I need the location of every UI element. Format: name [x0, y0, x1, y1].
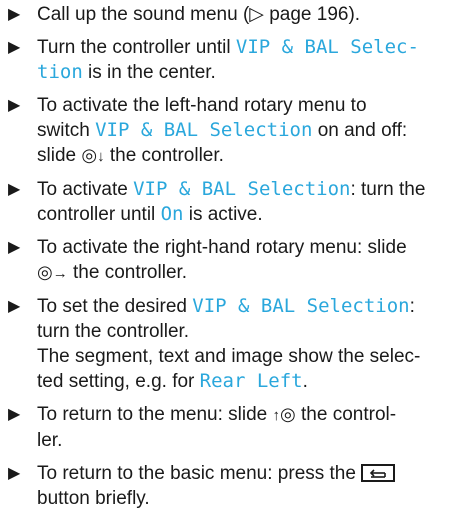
triangle-bullet-icon: ▶: [8, 6, 21, 23]
triangle-bullet-icon: ▶: [8, 298, 21, 315]
menu-item-highlight: On: [160, 203, 184, 225]
menu-item-highlight: VIP & BAL Selec-: [235, 36, 419, 58]
menu-item-highlight: tion: [37, 61, 83, 83]
triangle-bullet-icon: ▶: [8, 406, 21, 423]
triangle-bullet-icon: ▶: [8, 239, 21, 256]
triangle-bullet-icon: ▶: [8, 97, 21, 114]
menu-item-highlight: VIP & BAL Selection: [192, 295, 410, 317]
instruction-step: ▶ To return to the menu: slide ↑◎ the co…: [8, 404, 397, 451]
instruction-page: ▶ Call up the sound menu (▷ page 196). ▶…: [0, 0, 462, 509]
instruction-step: ▶ Call up the sound menu (▷ page 196).: [8, 4, 361, 25]
controller-knob-icon: ◎: [37, 262, 53, 282]
menu-item-highlight: VIP & BAL Selection: [95, 119, 313, 141]
arrow-right-icon: →: [52, 265, 68, 282]
instruction-step: ▶ To return to the basic menu: press the…: [4, 461, 454, 511]
instruction-step: ▶ To activate the right-hand rotary menu…: [4, 235, 454, 286]
instruction-step: ▶ Turn the controller until VIP & BAL Se…: [8, 36, 419, 83]
page-reference-icon: ▷: [249, 4, 264, 25]
arrow-down-icon: ↓: [97, 148, 105, 165]
triangle-bullet-icon: ▶: [8, 181, 21, 198]
instruction-step: ▶ To activate VIP & BAL Selection: turn …: [8, 178, 426, 225]
back-button-icon: [361, 464, 396, 482]
menu-item-highlight: VIP & BAL Selection: [133, 178, 351, 200]
controller-knob-icon: ◎: [280, 404, 296, 424]
triangle-bullet-icon: ▶: [8, 39, 21, 56]
instruction-step: ▶ To set the desired VIP & BAL Selection…: [8, 295, 421, 392]
controller-knob-icon: ◎: [81, 145, 98, 165]
triangle-bullet-icon: ▶: [8, 465, 21, 482]
instruction-step: ▶ To activate the left-hand rotary menu …: [4, 93, 454, 169]
arrow-up-icon: ↑: [272, 407, 281, 424]
menu-item-highlight: Rear Left: [199, 370, 303, 392]
